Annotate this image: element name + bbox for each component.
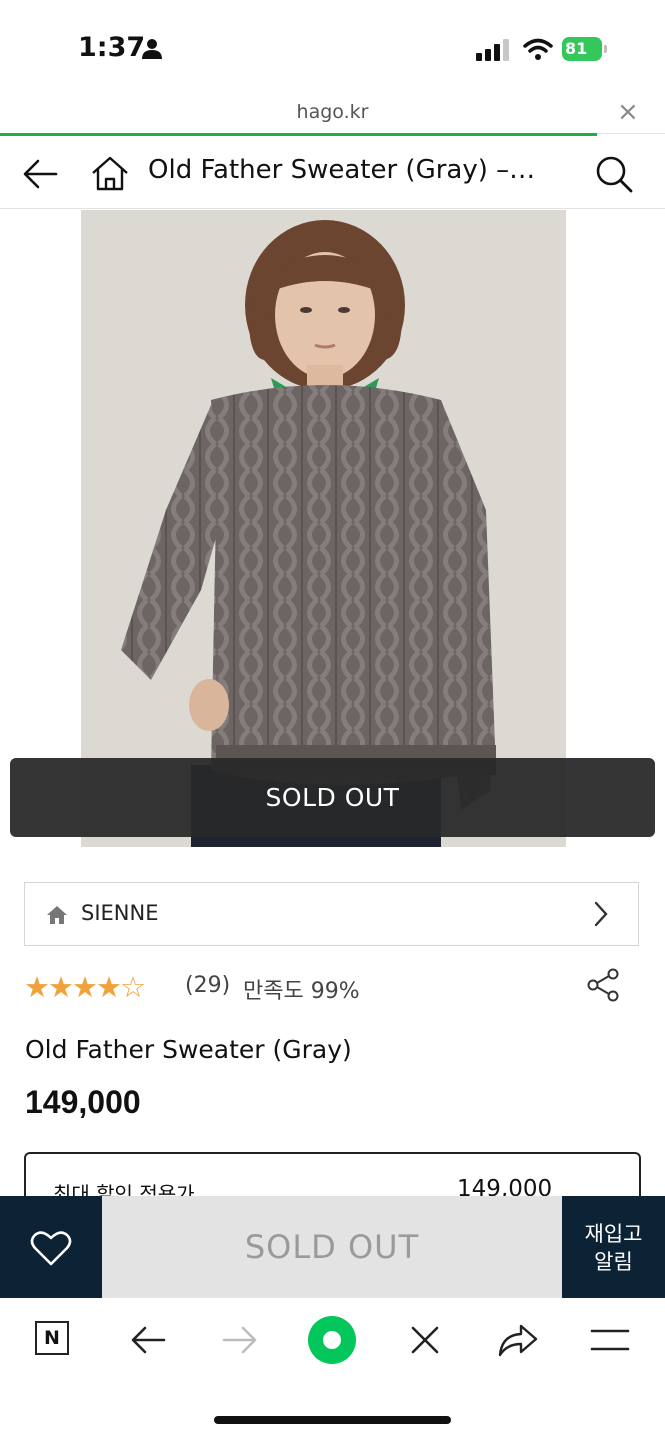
cellular-signal-icon (476, 39, 509, 61)
browser-back-icon[interactable] (128, 1322, 168, 1358)
restock-alert-button[interactable]: 재입고 알림 (562, 1196, 665, 1298)
battery-level: 81 (565, 39, 588, 58)
product-title: Old Father Sweater (Gray) (25, 1035, 352, 1064)
url-text[interactable]: hago.kr (0, 101, 665, 123)
battery-cap (604, 45, 607, 53)
restock-label-line2: 알림 (594, 1250, 633, 1274)
sold-out-button[interactable]: SOLD OUT (102, 1196, 562, 1298)
naver-home-button[interactable]: N (35, 1321, 69, 1355)
status-time: 1:37 (78, 32, 146, 63)
progress-track (597, 133, 665, 134)
home-indicator[interactable] (214, 1416, 451, 1424)
close-icon[interactable]: × (617, 97, 639, 127)
divider (0, 208, 665, 209)
page-title: Old Father Sweater (Gray) –… (148, 155, 536, 185)
person-icon (142, 39, 162, 59)
product-photo-illustration (81, 210, 566, 847)
wifi-icon (523, 38, 553, 60)
rating-stars: ★★★★☆ (24, 970, 146, 1004)
page-load-progress (0, 133, 597, 136)
sold-out-overlay: SOLD OUT (10, 758, 655, 837)
home-icon[interactable] (90, 154, 130, 194)
review-count[interactable]: (29) (185, 973, 230, 998)
restock-label-line1: 재입고 (584, 1222, 643, 1246)
battery-indicator: 81 (562, 37, 602, 61)
menu-icon[interactable] (590, 1327, 630, 1353)
store-home-icon (47, 906, 67, 924)
search-icon[interactable] (593, 153, 635, 195)
naver-green-dot-icon[interactable] (306, 1314, 358, 1366)
browser-share-icon[interactable] (497, 1322, 539, 1358)
back-arrow-icon[interactable] (20, 154, 60, 194)
chevron-right-icon[interactable] (590, 900, 612, 928)
product-price: 149,000 (25, 1084, 141, 1120)
satisfaction-rate: 만족도 99% (243, 979, 360, 1004)
brand-name[interactable]: SIENNE (81, 901, 158, 925)
close-tab-icon[interactable] (408, 1323, 442, 1357)
browser-forward-icon[interactable] (220, 1322, 260, 1358)
share-icon[interactable] (586, 967, 620, 1003)
heart-icon[interactable] (30, 1229, 72, 1267)
product-image[interactable] (81, 210, 566, 847)
